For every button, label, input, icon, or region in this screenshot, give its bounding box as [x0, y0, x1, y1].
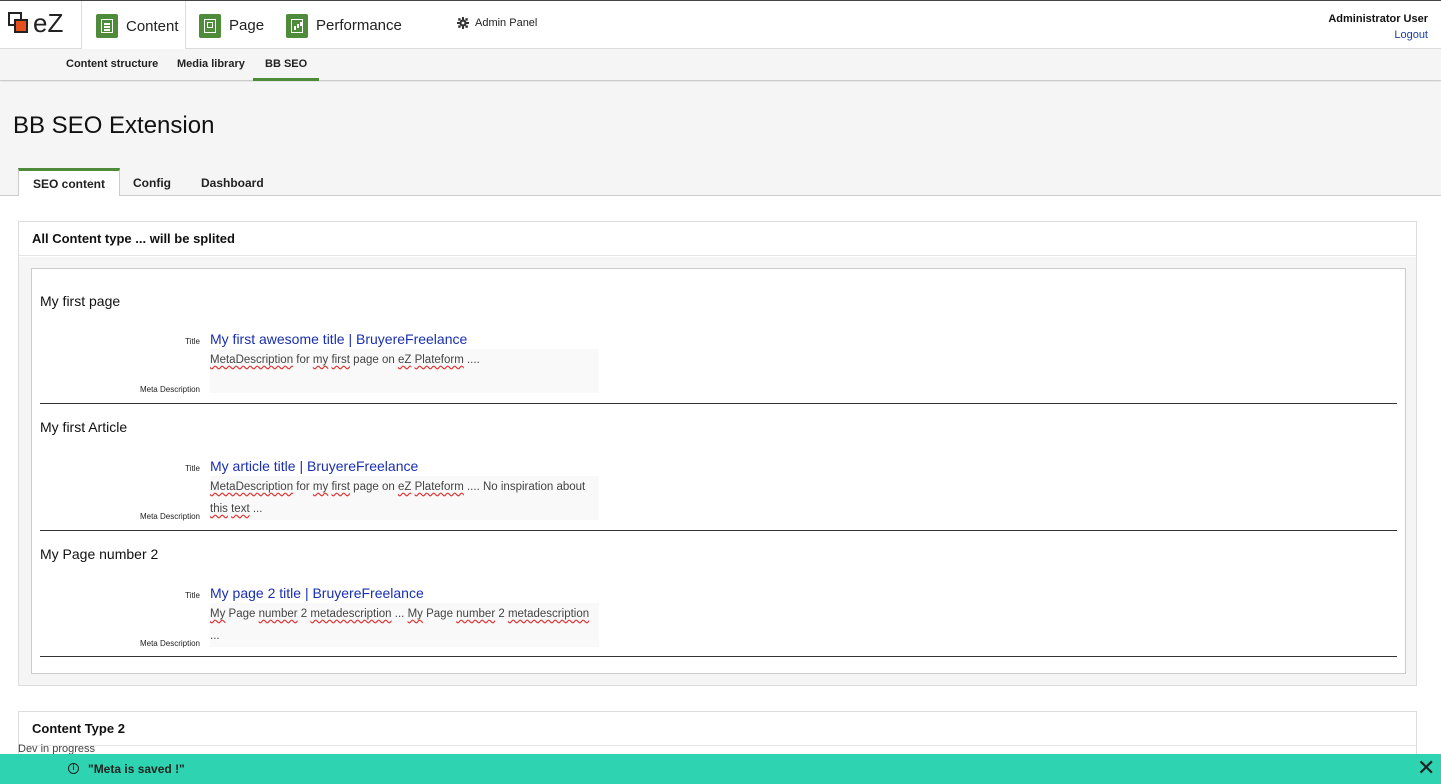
seo-entry: My first page Title My first awesome tit… [40, 269, 1397, 404]
notification-text: "Meta is saved !" [88, 762, 185, 776]
content-type-2-panel: Content Type 2 [18, 711, 1417, 754]
tab-config[interactable]: Config [133, 168, 171, 197]
page-title: BB SEO Extension [13, 112, 215, 139]
user-name: Administrator User [1328, 13, 1428, 25]
performance-icon [286, 13, 308, 38]
close-icon[interactable]: ✕ [1417, 757, 1435, 779]
meta-description-field[interactable]: My Page number 2 metadescription ... My … [210, 603, 599, 647]
info-icon: i [68, 763, 79, 774]
title-label: Title [185, 591, 200, 600]
admin-panel-link[interactable]: Admin Panel [457, 17, 537, 29]
subnav-content-structure[interactable]: Content structure [66, 49, 158, 81]
page-icon [199, 13, 221, 38]
user-menu: Administrator User Logout [1328, 11, 1428, 43]
main-tab-page-label: Page [229, 17, 265, 34]
subnav-media-library[interactable]: Media library [177, 49, 245, 81]
panel-header: All Content type ... will be splited [19, 222, 1416, 256]
content-icon [96, 14, 118, 38]
seo-title-link[interactable]: My first awesome title | BruyereFreelanc… [210, 331, 467, 347]
logo-text: eZ [33, 8, 64, 38]
title-label: Title [185, 464, 200, 473]
seo-entries-list: My first page Title My first awesome tit… [31, 268, 1406, 674]
top-bar: eZ Content Page Performance Admin Panel [0, 0, 1441, 51]
meta-description-label: Meta Description [139, 512, 200, 521]
seo-entry: My Page number 2 Title My page 2 title |… [40, 531, 1397, 657]
main-tab-performance-label: Performance [316, 17, 402, 34]
entry-name: My first Article [40, 419, 128, 435]
seo-entry: My first Article Title My article title … [40, 404, 1397, 531]
content-type-panel: All Content type ... will be splited My … [18, 221, 1417, 686]
gear-icon [457, 17, 469, 29]
panel-2-header: Content Type 2 [19, 712, 1416, 746]
seo-title-link[interactable]: My page 2 title | BruyereFreelance [210, 585, 424, 601]
main-tab-page[interactable]: Page [199, 1, 264, 50]
logout-link[interactable]: Logout [1328, 27, 1428, 43]
main-tab-content[interactable]: Content [81, 1, 186, 51]
main-tab-content-label: Content [126, 17, 179, 35]
title-label: Title [185, 337, 200, 346]
meta-description-field[interactable]: MetaDescription for my first page on eZ … [210, 476, 599, 520]
meta-description-label: Meta Description [139, 385, 200, 394]
subnav-bb-seo[interactable]: BB SEO [253, 49, 320, 81]
entry-name: My first page [40, 293, 121, 309]
logo-mark-icon [8, 12, 30, 34]
entry-name: My Page number 2 [40, 546, 159, 562]
tab-seo-content[interactable]: SEO content [18, 168, 121, 197]
main-tab-performance[interactable]: Performance [286, 1, 402, 50]
notification-bar: i "Meta is saved !" ✕ [0, 754, 1441, 784]
sub-navigation: Content structure Media library BB SEO [0, 49, 1441, 81]
seo-title-link[interactable]: My article title | BruyereFreelance [210, 458, 418, 474]
tab-dashboard[interactable]: Dashboard [201, 168, 264, 197]
admin-panel-label: Admin Panel [475, 17, 538, 29]
meta-description-label: Meta Description [139, 639, 200, 648]
logo[interactable]: eZ [8, 10, 63, 36]
meta-description-field[interactable]: MetaDescription for my first page on eZ … [210, 349, 599, 393]
